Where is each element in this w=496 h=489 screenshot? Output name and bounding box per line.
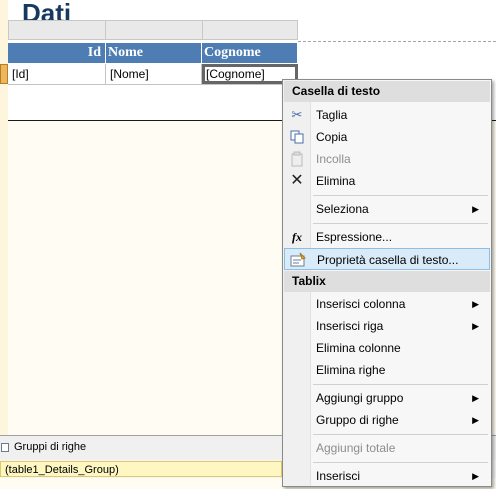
column-handle-nome[interactable] xyxy=(105,20,203,40)
row-handle[interactable] xyxy=(0,64,8,84)
data-cell-id[interactable]: [Id] xyxy=(8,64,106,84)
column-handle-id[interactable] xyxy=(8,20,106,40)
properties-icon xyxy=(290,252,306,268)
scissors-icon: ✂ xyxy=(291,107,303,122)
header-cell-nome[interactable]: Nome xyxy=(106,43,202,63)
menu-separator xyxy=(313,434,488,435)
menu-header-tablix: Tablix xyxy=(284,271,490,292)
menu-item-insert-column[interactable]: Inserisci colonna ▶ xyxy=(284,293,490,315)
submenu-arrow-icon: ▶ xyxy=(472,204,479,214)
context-menu: Casella di testo ✂ Taglia Copia Incolla … xyxy=(282,79,492,487)
menu-separator xyxy=(313,384,488,385)
submenu-arrow-icon: ▶ xyxy=(472,471,479,481)
delete-x-icon: ✕ xyxy=(290,172,304,189)
menu-separator xyxy=(313,223,488,224)
group-item[interactable]: (table1_Details_Group) xyxy=(0,461,282,477)
menu-item-cut[interactable]: ✂ Taglia xyxy=(284,104,490,126)
row-groups-label: Gruppi di righe xyxy=(14,441,87,453)
menu-item-copy[interactable]: Copia xyxy=(284,126,490,148)
menu-item-delete-columns[interactable]: Elimina colonne xyxy=(284,337,490,359)
submenu-arrow-icon: ▶ xyxy=(472,393,479,403)
submenu-arrow-icon: ▶ xyxy=(472,299,479,309)
submenu-arrow-icon: ▶ xyxy=(472,321,479,331)
menu-header-textbox: Casella di testo xyxy=(284,81,490,102)
submenu-arrow-icon: ▶ xyxy=(472,415,479,425)
menu-separator xyxy=(313,195,488,196)
menu-item-select[interactable]: Seleziona ▶ xyxy=(284,198,490,220)
table-header-row: Id Nome Cognome xyxy=(8,43,298,63)
report-title[interactable]: Dati xyxy=(22,2,71,22)
copy-icon xyxy=(289,129,305,145)
menu-item-add-total[interactable]: Aggiungi totale xyxy=(284,437,490,459)
data-cell-nome[interactable]: [Nome] xyxy=(106,64,202,84)
menu-item-textbox-properties[interactable]: Proprietà casella di testo... xyxy=(284,248,490,270)
menu-item-insert-row[interactable]: Inserisci riga ▶ xyxy=(284,315,490,337)
menu-item-delete[interactable]: ✕ Elimina xyxy=(284,170,490,192)
header-cell-id[interactable]: Id xyxy=(8,43,106,63)
menu-item-expression[interactable]: fx Espressione... xyxy=(284,226,490,248)
menu-item-insert[interactable]: Inserisci ▶ xyxy=(284,465,490,487)
column-handle-cognome[interactable] xyxy=(202,20,298,40)
header-cell-cognome[interactable]: Cognome xyxy=(202,43,298,63)
menu-separator xyxy=(313,462,488,463)
table-row: [Id] [Nome] [Cognome] xyxy=(8,64,298,85)
paste-icon xyxy=(289,151,305,167)
menu-item-row-group[interactable]: Gruppo di righe ▶ xyxy=(284,409,490,431)
fx-icon: fx xyxy=(292,230,302,244)
column-handles xyxy=(8,20,298,42)
menu-item-paste[interactable]: Incolla xyxy=(284,148,490,170)
title-underline xyxy=(298,41,496,42)
row-groups-icon xyxy=(1,443,9,452)
menu-item-delete-rows[interactable]: Elimina righe xyxy=(284,359,490,381)
menu-item-add-group[interactable]: Aggiungi gruppo ▶ xyxy=(284,387,490,409)
